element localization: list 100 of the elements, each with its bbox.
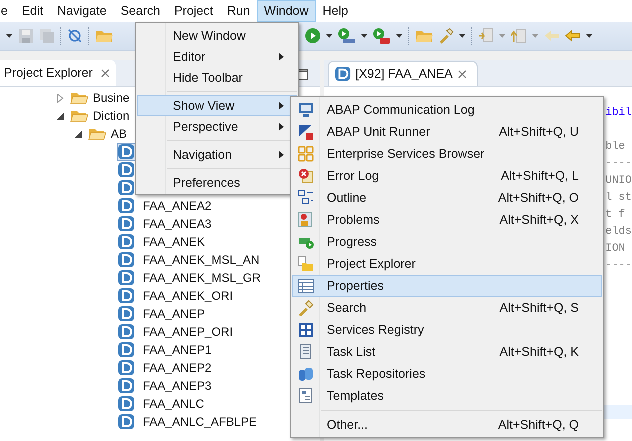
menu-item[interactable]: Problems Alt+Shift+Q, X	[292, 209, 602, 231]
shortcut-text: Alt+Shift+Q, L	[501, 169, 579, 183]
menu-item[interactable]: Search	[114, 0, 168, 22]
close-icon[interactable]	[458, 70, 467, 78]
person-icon	[298, 212, 314, 228]
caret-icon[interactable]	[586, 34, 593, 38]
ddic-icon[interactable]	[117, 395, 136, 413]
panel-tab[interactable]: Project Explorer	[0, 60, 116, 86]
ddic-icon[interactable]	[117, 413, 136, 431]
error-icon	[298, 168, 314, 184]
menu-item[interactable]: Edit	[14, 0, 50, 22]
folder-icon	[70, 108, 88, 124]
tree-item[interactable]: FAA_ANEP	[139, 307, 206, 321]
flashlight-icon	[298, 300, 314, 316]
menu-item[interactable]: Services Registry	[292, 319, 602, 341]
menu-item[interactable]: Run	[220, 0, 258, 22]
menu-item[interactable]: e	[0, 0, 15, 22]
expand-arrow-icon[interactable]	[56, 94, 65, 102]
caret-icon[interactable]	[361, 34, 368, 38]
code-text: ibil	[606, 107, 632, 119]
menu-item[interactable]: New Window	[137, 25, 297, 46]
menu-item[interactable]: Navigate	[50, 0, 114, 22]
shortcut-text: Alt+Shift+Q, Q	[498, 418, 579, 432]
shortcut-text: Alt+Shift+Q, X	[500, 213, 579, 227]
run-tool-icon[interactable]	[373, 28, 391, 44]
menu-item[interactable]: Task Repositories	[292, 363, 602, 385]
run-config-icon[interactable]	[338, 28, 356, 44]
tree-item[interactable]: FAA_ANEA3	[139, 217, 212, 231]
run-icon[interactable]	[305, 28, 321, 44]
editor-tab[interactable]: [X92] FAA_ANEA	[328, 61, 478, 86]
flashlight-icon[interactable]	[438, 28, 454, 44]
menu-item[interactable]: Other... Alt+Shift+Q, Q	[292, 414, 602, 436]
folder-icon	[70, 90, 88, 106]
tree-item[interactable]: FAA_ANEK_MSL_GR	[139, 271, 262, 285]
caret-icon[interactable]	[326, 34, 333, 38]
back-arrow-icon[interactable]	[565, 28, 581, 44]
menu-item[interactable]: Enterprise Services Browser	[292, 143, 602, 165]
ddic-icon[interactable]	[117, 359, 136, 377]
tree-item[interactable]: FAA_ANEP1	[139, 343, 212, 357]
shortcut-text: Alt+Shift+Q, K	[500, 345, 579, 359]
outline-icon	[298, 190, 314, 206]
menu-item[interactable]: ABAP Unit Runner Alt+Shift+Q, U	[292, 121, 602, 143]
menu-item[interactable]: Error Log Alt+Shift+Q, L	[292, 165, 602, 187]
code-text: UNIO	[606, 175, 632, 187]
folder-icon	[88, 126, 106, 142]
document-icon	[298, 388, 314, 404]
tree-item[interactable]: FAA_ANEP2	[139, 361, 212, 375]
tree-item[interactable]: FAA_ANEA2	[139, 199, 212, 213]
menu-item[interactable]: Hide Toolbar	[137, 67, 297, 88]
menu-item[interactable]: Project	[167, 0, 220, 22]
menu-item[interactable]: Properties	[292, 275, 602, 297]
caret-icon[interactable]	[6, 34, 13, 38]
tree-item[interactable]: FAA_ANEP_ORI	[139, 325, 234, 339]
close-icon[interactable]	[100, 68, 110, 78]
ddic-icon[interactable]	[117, 197, 136, 215]
ddic-icon[interactable]	[117, 287, 136, 305]
code-text: ----	[606, 158, 632, 170]
ddic-icon[interactable]	[117, 215, 136, 233]
shortcut-text: Alt+Shift+Q, O	[498, 191, 579, 205]
menu-item[interactable]: Show View	[137, 95, 297, 116]
flag-icon	[298, 124, 314, 140]
caret-icon[interactable]	[459, 34, 466, 38]
menu-item[interactable]: Window	[257, 0, 316, 22]
tree-item[interactable]: FAA_ANEP3	[139, 379, 212, 393]
monitor-icon	[298, 102, 314, 118]
menu-item[interactable]: Project Explorer	[292, 253, 602, 275]
ddic-icon[interactable]	[117, 143, 136, 161]
menu-item[interactable]: Editor	[137, 46, 297, 67]
tree-item[interactable]: FAA_ANEK	[139, 235, 206, 249]
menu-item[interactable]: Task List Alt+Shift+Q, K	[292, 341, 602, 363]
menu-item[interactable]: Templates	[292, 385, 602, 407]
ddic-icon[interactable]	[117, 179, 136, 197]
document-icon	[298, 344, 314, 360]
ddic-icon[interactable]	[117, 377, 136, 395]
tree-item[interactable]: AB	[109, 127, 128, 141]
menu-item[interactable]: Search Alt+Shift+Q, S	[292, 297, 602, 319]
ddic-icon[interactable]	[117, 233, 136, 251]
menu-item[interactable]: Help	[316, 0, 356, 22]
tree-item[interactable]: Busine	[91, 91, 130, 105]
ddic-icon[interactable]	[117, 305, 136, 323]
code-text: t f	[606, 209, 626, 221]
ddic-icon[interactable]	[117, 251, 136, 269]
tree-item[interactable]: Diction	[91, 109, 130, 123]
collapse-arrow-icon[interactable]	[74, 130, 83, 138]
ddic-icon[interactable]	[117, 341, 136, 359]
tree-item[interactable]: FAA_ANLC	[139, 397, 204, 411]
shortcut-text: Alt+Shift+Q, S	[500, 301, 579, 315]
caret-icon[interactable]	[396, 34, 403, 38]
ddic-icon[interactable]	[117, 323, 136, 341]
menu-item[interactable]: Progress	[292, 231, 602, 253]
menu-item[interactable]: Outline Alt+Shift+Q, O	[292, 187, 602, 209]
ddic-icon[interactable]	[117, 269, 136, 287]
tree-item[interactable]: FAA_ANEK_MSL_AN	[139, 253, 260, 267]
collapse-arrow-icon[interactable]	[56, 112, 65, 120]
tree-item[interactable]: FAA_ANEK_ORI	[139, 289, 234, 303]
cylinder-icon	[298, 366, 314, 382]
ddic-icon[interactable]	[117, 161, 136, 179]
tree-item[interactable]: FAA_ANLC_AFBLPE	[139, 415, 258, 429]
code-text: ble	[606, 141, 626, 153]
grid-icon	[298, 146, 314, 162]
